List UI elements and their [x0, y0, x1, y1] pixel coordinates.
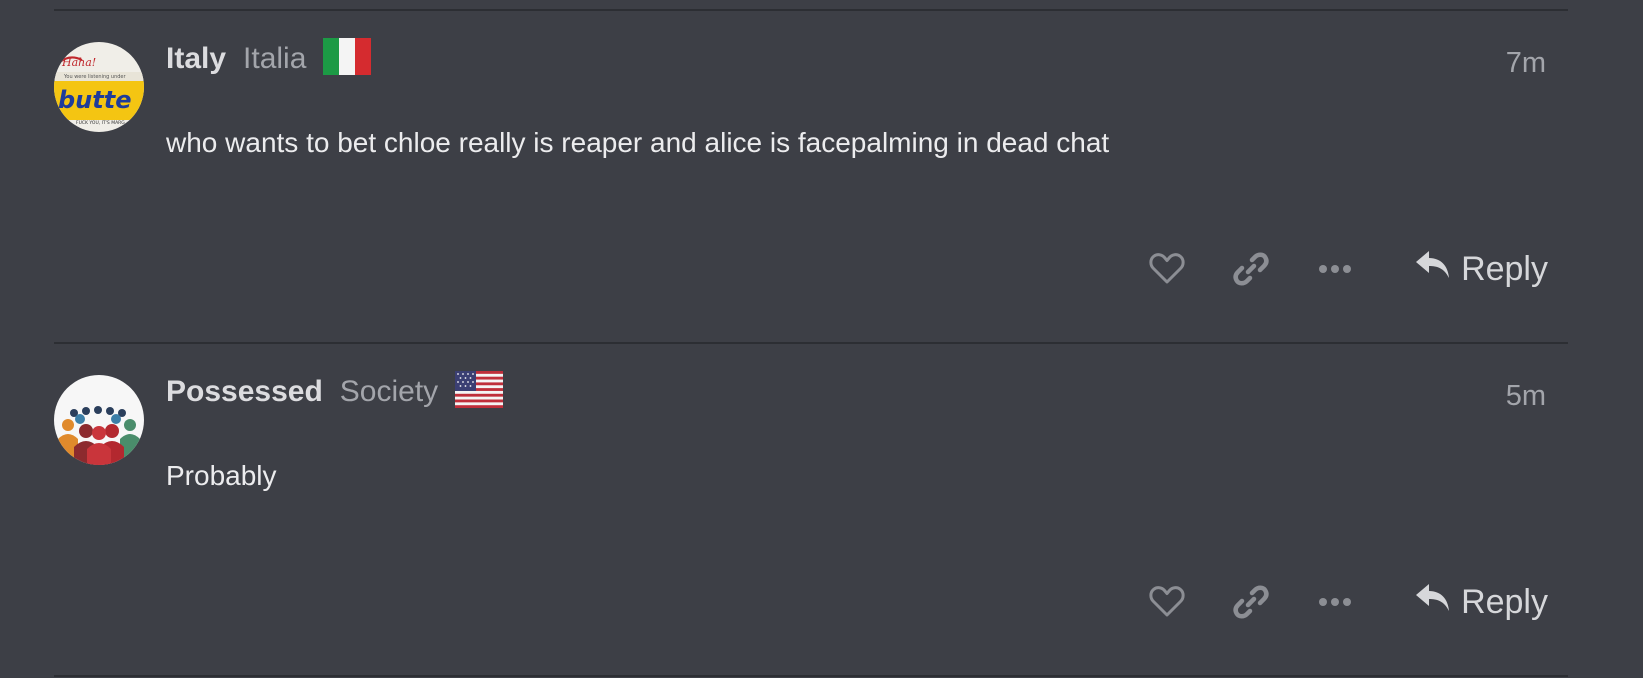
post-header: Italy Italia: [166, 38, 372, 80]
post-body: who wants to bet chloe really is reaper …: [166, 127, 1110, 158]
svg-text:FUCK YOU, IT'S MARG: FUCK YOU, IT'S MARG: [76, 120, 125, 126]
reply-label: Reply: [1461, 582, 1548, 621]
avatar-logo-text: butte: [58, 86, 132, 114]
post-divider: [54, 675, 1568, 677]
username[interactable]: Possessed: [166, 375, 323, 409]
heart-icon[interactable]: [1141, 576, 1193, 628]
post-stream: Haha! You were listening under butte FUC…: [54, 0, 1568, 677]
ellipsis-icon[interactable]: [1309, 243, 1361, 295]
reply-button[interactable]: Reply: [1415, 249, 1548, 290]
link-icon[interactable]: [1225, 243, 1277, 295]
heart-icon[interactable]: [1141, 243, 1193, 295]
svg-text:You were listening under: You were listening under: [63, 74, 126, 80]
username[interactable]: Italy: [166, 42, 226, 76]
avatar[interactable]: [54, 375, 144, 465]
user-title: Society: [339, 375, 439, 408]
link-icon[interactable]: [1225, 576, 1277, 628]
reply-label: Reply: [1461, 249, 1548, 288]
ellipsis-icon[interactable]: [1309, 576, 1361, 628]
usa-flag-icon: [455, 371, 504, 413]
user-title: Italia: [243, 42, 307, 75]
post-item: Possessed Society 5m Probably Reply: [54, 344, 1568, 675]
post-age[interactable]: 5m: [1506, 380, 1546, 413]
svg-text:Haha!: Haha!: [61, 56, 96, 69]
italy-flag-icon: [323, 38, 372, 80]
reply-button[interactable]: Reply: [1415, 582, 1548, 623]
reply-arrow-icon: [1415, 582, 1451, 623]
post-actions: Reply: [1141, 243, 1548, 295]
post-item: Haha! You were listening under butte FUC…: [54, 11, 1568, 342]
post-age[interactable]: 7m: [1506, 47, 1546, 80]
post-actions: Reply: [1141, 576, 1548, 628]
avatar[interactable]: Haha! You were listening under butte FUC…: [54, 42, 144, 132]
post-header: Possessed Society: [166, 371, 504, 413]
reply-arrow-icon: [1415, 249, 1451, 290]
post-body: Probably: [166, 460, 277, 491]
